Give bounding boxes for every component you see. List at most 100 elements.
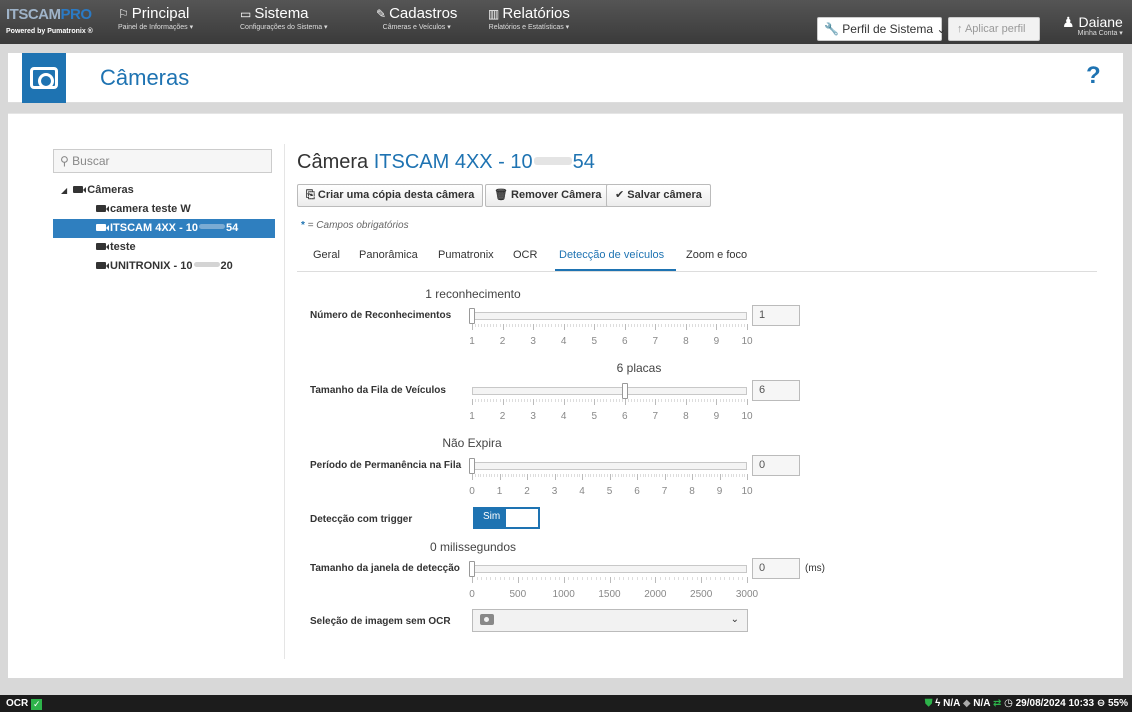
slider-minor-tick [714,474,715,477]
apply-profile-button[interactable]: ↑ Aplicar perfil [948,17,1040,41]
slider-minor-tick [530,399,532,402]
slider-minor-tick [664,324,666,327]
wrench-icon: 🔧 [824,22,839,36]
tab-panoramica[interactable]: Panorâmica [359,249,418,261]
slider-minor-tick [652,324,654,327]
slider-tick [747,399,748,405]
slider-minor-tick [545,577,547,580]
window-slider-track[interactable] [472,565,747,573]
slider-minor-tick [707,399,709,402]
slider-minor-tick [536,399,538,402]
copy-camera-button[interactable]: ⎘ Criar uma cópia desta câmera [297,184,484,207]
tab-zoom-foco[interactable]: Zoom e foco [686,249,747,261]
slider-minor-tick [565,474,567,477]
slider-minor-tick [679,324,681,327]
slider-minor-tick [708,474,710,477]
recognitions-input[interactable]: 1 [752,305,800,326]
slider-tick [624,399,626,405]
period-slider-handle[interactable] [469,458,475,474]
check-icon: ✔ [615,189,625,201]
nav-relatorios[interactable]: ▥ Relatórios Relatórios e Estatísticas ▾ [488,6,570,32]
period-ticks [472,474,748,480]
slider-minor-tick [646,577,648,580]
slider-minor-tick [542,324,544,327]
slider-minor-tick [490,324,492,327]
slider-minor-tick [591,399,593,402]
status-right: ⛊ ϟ N/A ◆ N/A ⇄ ◷ 29/08/2024 10:33 ⊖ 55% [925,698,1128,709]
slider-minor-tick [502,474,504,477]
slider-minor-tick [575,399,577,402]
recognitions-ticks [472,324,748,330]
tab-deteccao-veiculos[interactable]: Detecção de veículos [559,249,664,261]
slider-minor-tick [600,577,602,580]
slider-tick-label: 10 [741,486,753,497]
slider-minor-tick [670,324,672,327]
slider-minor-tick [710,399,712,402]
slider-tick-label: 7 [661,486,668,497]
window-input[interactable]: 0 [752,558,800,579]
chevron-down-icon: ⌄ [730,614,739,625]
slider-minor-tick [494,577,496,580]
nav-cadastros[interactable]: ✎ Cadastros Câmeras e Veículos ▾ [376,6,457,32]
slider-tick [655,324,657,330]
recognitions-slider-track[interactable] [472,312,747,320]
toggle-knob [506,509,538,527]
help-icon[interactable]: ? [1086,62,1101,90]
slider-minor-tick [736,474,737,477]
slider-minor-tick [631,474,633,477]
nav-sistema[interactable]: ▭ Sistema Configurações do Sistema ▾ [240,6,328,32]
queue-slider-handle[interactable] [621,383,628,399]
slider-minor-tick [560,399,562,402]
slider-tick [563,577,565,583]
queue-input[interactable]: 6 [752,380,800,401]
tree-item[interactable]: UNITRONIX - 10 20 [53,257,275,276]
slider-tick-label: 2500 [690,589,713,600]
image-select-dropdown[interactable]: ⌄ [472,609,748,632]
window-slider-handle[interactable] [469,561,475,577]
slider-minor-tick [529,474,531,477]
bar-chart-icon: ▥ [488,7,500,21]
slider-minor-tick [634,474,636,477]
slider-tick-label: 4 [579,486,585,497]
slider-minor-tick [586,577,588,580]
drop-icon: ◆ [962,698,971,709]
slider-tick-label: 10 [741,411,753,422]
tab-ocr[interactable]: OCR [513,249,537,261]
slider-tick [499,474,501,480]
logo: ITSCAMPRO Powered by Pumatronix ® [6,6,93,36]
slider-tick [747,324,748,330]
slider-minor-tick [704,324,706,327]
search-input[interactable]: ⚲ Buscar [53,149,272,173]
tree-item-selected[interactable]: ITSCAM 4XX - 10 54 [53,219,275,238]
nav-principal[interactable]: ⚐ Principal Painel de Informações ▾ [118,6,193,32]
tree-item[interactable]: camera teste W [53,200,275,219]
slider-minor-tick [572,577,574,580]
slider-minor-tick [539,324,541,327]
recognitions-slider-handle[interactable] [469,308,475,324]
save-camera-button[interactable]: ✔ Salvar câmera [606,184,711,207]
slider-minor-tick [566,324,568,327]
slider-minor-tick [688,399,690,402]
trigger-toggle[interactable]: Sim [473,507,540,529]
window-ticks [472,577,748,583]
slider-minor-tick [483,474,484,477]
profile-select[interactable]: 🔧 Perfil de Sistema ⌄ [817,17,946,41]
tab-geral[interactable]: Geral [313,249,340,261]
user-menu[interactable]: ♟ Daiane Minha Conta ▾ [1062,15,1123,37]
slider-minor-tick [606,324,608,327]
slider-minor-tick [475,324,477,327]
tab-pumatronix[interactable]: Pumatronix [438,249,494,261]
camera-tree: ◢ Câmeras camera teste W ITSCAM 4XX - 10… [53,181,275,276]
remove-camera-button[interactable]: 🗑 Remover Câmera [485,184,611,207]
tree-item[interactable]: teste [53,238,275,257]
period-slider-track[interactable] [472,462,747,470]
slider-minor-tick [475,399,477,402]
period-input[interactable]: 0 [752,455,800,476]
slider-minor-tick [669,577,671,580]
slider-minor-tick [573,474,575,477]
tree-root-cameras[interactable]: ◢ Câmeras [53,181,275,200]
queue-slider-track[interactable] [472,387,747,395]
slider-tick-label: 7 [652,411,659,422]
slider-minor-tick [514,324,516,327]
slider-minor-tick [505,324,507,327]
